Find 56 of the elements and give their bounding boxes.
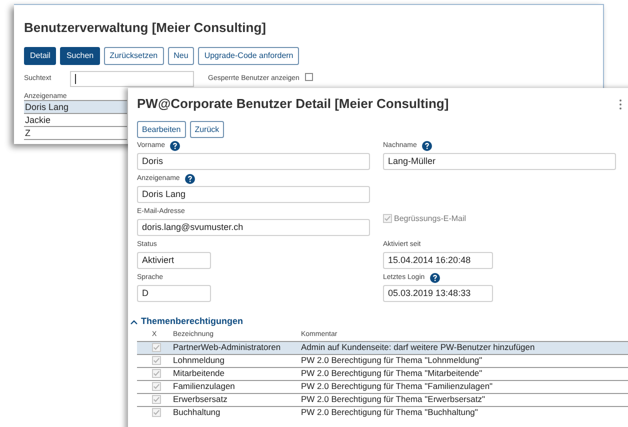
- toolbar-button[interactable]: Neu: [168, 47, 194, 65]
- checkbox[interactable]: [152, 369, 161, 378]
- more-menu-icon[interactable]: [619, 98, 622, 110]
- help-icon[interactable]: [430, 273, 440, 283]
- table-cell-text: PartnerWeb-Administratoren: [172, 341, 282, 354]
- caret-icon[interactable]: [130, 318, 138, 325]
- text-cursor: [75, 74, 76, 84]
- table-row[interactable]: Z: [24, 127, 127, 140]
- text-field[interactable]: D: [137, 285, 211, 302]
- table-row[interactable]: Doris Lang: [24, 101, 127, 114]
- window-title: Benutzerverwaltung [Meier Consulting]: [24, 19, 267, 37]
- text-field[interactable]: Doris: [137, 153, 370, 170]
- permission-row[interactable]: Lohnmeldung PW 2.0 Berechtigung für Thema "Lohnmeldung": [137, 354, 628, 366]
- toolbar-button[interactable]: Bearbeiten: [137, 121, 186, 138]
- help-icon[interactable]: [184, 174, 195, 184]
- window-title: PW@Corporate Benutzer Detail [Meier Consulting]: [137, 96, 449, 112]
- table-cell: PW 2.0 Berechtigung für Thema "Familienzulagen": [301, 380, 493, 393]
- table-cell: Admin auf Kundenseite: darf weitere PW-Benutzer hinzufügen: [301, 341, 535, 354]
- toolbar-button[interactable]: Zurücksetzen: [104, 47, 164, 65]
- text-field[interactable]: Aktiviert: [137, 252, 211, 269]
- table-cell: PW 2.0 Berechtigung für Thema "Mitarbeitende": [301, 367, 482, 380]
- toolbar-button[interactable]: Detail: [24, 47, 56, 65]
- table-cell-text: Lohnmeldung: [172, 354, 226, 367]
- table-cell-text: Familienzulagen: [172, 380, 236, 393]
- table-row[interactable]: Jackie: [24, 114, 127, 127]
- table-cell: PW 2.0 Berechtigung für Thema "Lohnmeldung": [301, 354, 482, 367]
- permission-row[interactable]: Mitarbeitende PW 2.0 Berechtigung für Thema "Mitarbeitende": [137, 366, 628, 380]
- text-field[interactable]: 05.03.2019 13:48:33: [383, 285, 493, 302]
- permission-row[interactable]: Buchhaltung PW 2.0 Berechtigung für Thema "Buchhaltung": [137, 406, 628, 418]
- permission-row[interactable]: PartnerWeb-Administratoren Admin auf Kundenseite: darf weitere PW-Benutzer hinzufügen: [137, 340, 628, 354]
- table-cell: PW 2.0 Berechtigung für Thema "Erwerbsersatz": [301, 393, 485, 406]
- table-cell-text: Mitarbeitende: [172, 367, 226, 380]
- text-field[interactable]: doris.lang@svumuster.ch: [137, 219, 370, 236]
- text-field[interactable]: Lang-Müller: [383, 153, 616, 170]
- table-cell-text: Erwerbsersatz: [172, 393, 228, 406]
- toolbar-button[interactable]: Suchen: [60, 47, 100, 65]
- text-field[interactable]: Doris Lang: [137, 186, 370, 203]
- checkbox-label: Begrüssungs-E-Mail: [394, 214, 466, 223]
- checkbox[interactable]: [152, 408, 161, 417]
- checkbox[interactable]: [152, 395, 161, 404]
- help-icon[interactable]: [422, 141, 432, 151]
- toolbar-button[interactable]: Upgrade-Code anfordern: [198, 47, 300, 65]
- table-cell-text: Buchhaltung: [172, 406, 222, 419]
- toolbar-button[interactable]: Zurück: [190, 121, 224, 138]
- checkbox[interactable]: [383, 214, 392, 223]
- permission-row[interactable]: Erwerbsersatz PW 2.0 Berechtigung für Thema "Erwerbsersatz": [137, 392, 628, 406]
- checkbox[interactable]: [305, 72, 314, 80]
- text-field[interactable]: 15.04.2014 16:20:48: [383, 252, 493, 269]
- permission-row[interactable]: Familienzulagen PW 2.0 Berechtigung für Thema "Familienzulagen": [137, 380, 628, 392]
- checkbox[interactable]: [152, 343, 161, 352]
- search-field[interactable]: [70, 71, 194, 87]
- checkbox[interactable]: [152, 382, 161, 391]
- table-cell: PW 2.0 Berechtigung für Thema "Buchhaltung": [301, 406, 478, 419]
- checkbox[interactable]: [152, 356, 161, 365]
- help-icon[interactable]: [170, 141, 180, 151]
- section-title[interactable]: Themenberechtigungen: [141, 315, 244, 328]
